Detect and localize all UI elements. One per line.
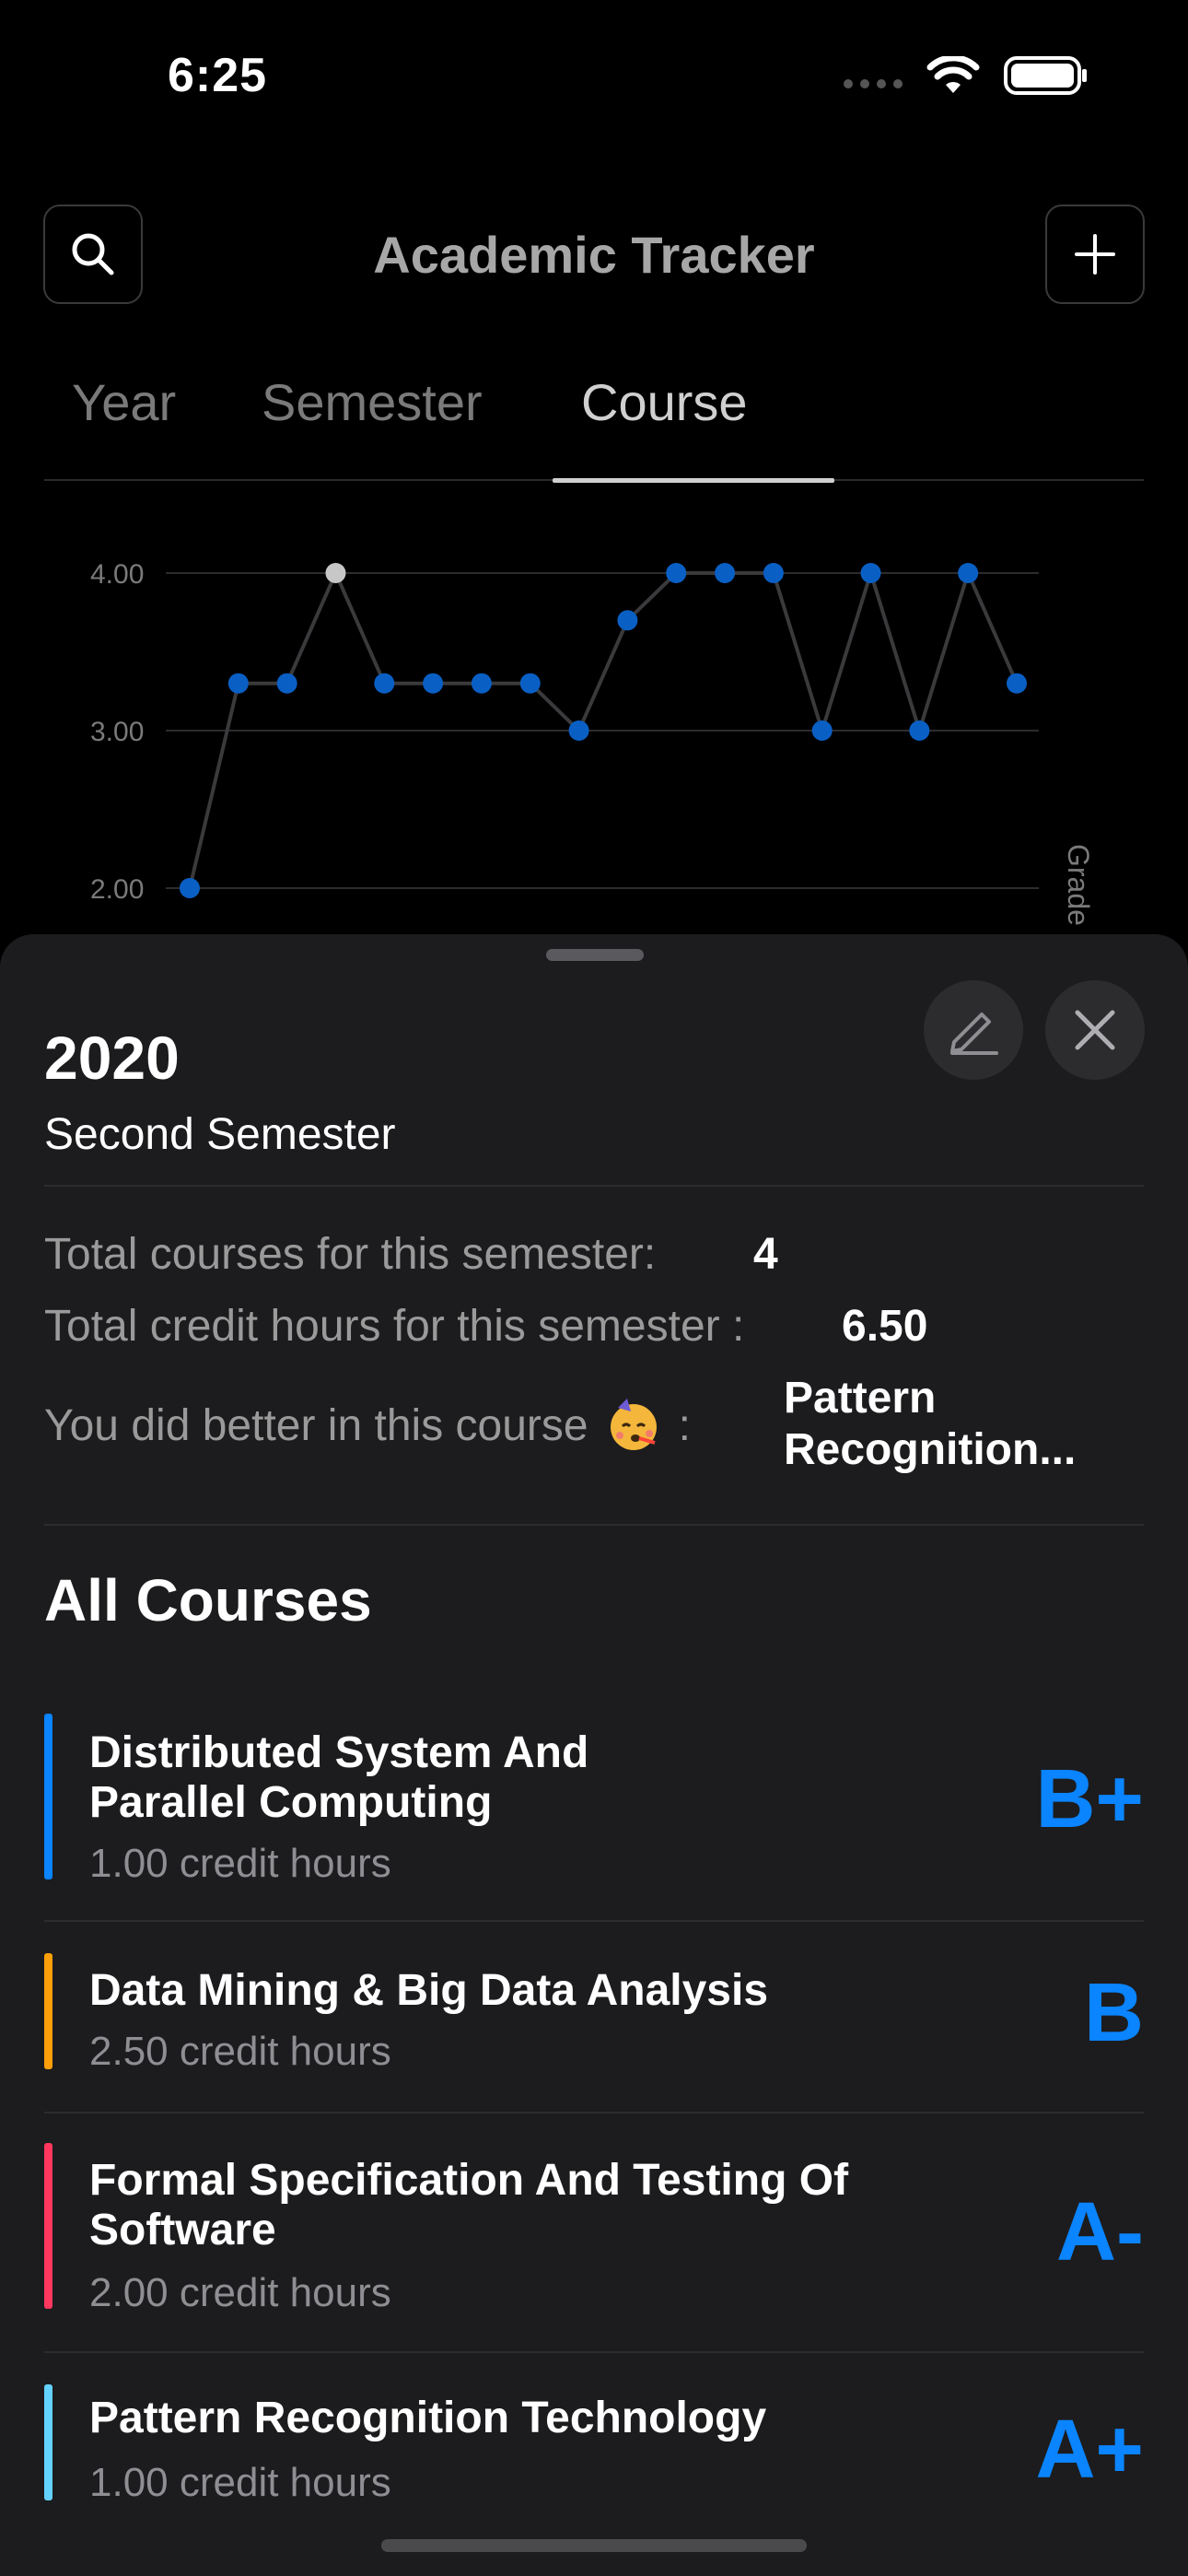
semester-name: Second Semester [44,1110,396,1159]
course-grade: B [1084,1967,1144,2059]
page-title: Academic Tracker [373,226,815,284]
data-point[interactable] [666,563,687,583]
best-course-label: You did better in this course [44,1400,588,1450]
data-point[interactable] [909,720,930,741]
add-button[interactable] [1045,205,1145,304]
semester-year: 2020 [44,1024,180,1092]
best-course-colon: : [678,1400,691,1450]
cellular-signal-icon [844,63,903,88]
tab-semester[interactable]: Semester [262,372,483,432]
course-separator [44,2351,1144,2353]
grade-chart: 4.00 3.00 2.00 Grade [0,516,1188,949]
y-tick-label: 4.00 [90,559,144,590]
course-item[interactable]: Formal Specification And Testing Of Soft… [44,2143,1144,2315]
course-name: Data Mining & Big Data Analysis [89,1966,769,2015]
data-point[interactable] [374,673,395,694]
course-color-bar [44,1953,52,2069]
battery-icon [1004,56,1087,95]
home-indicator [381,2539,807,2552]
course-name: Distributed System And Parallel Computin… [89,1728,589,1827]
total-credits-label: Total credit hours for this semester : [44,1302,745,1351]
data-point[interactable] [958,563,979,583]
grade-line-chart: 4.00 3.00 2.00 Grade [90,559,1095,926]
course-credit-hours: 1.00 credit hours [89,2460,391,2505]
y-tick-label: 3.00 [90,717,144,747]
wifi-icon [926,56,980,93]
course-color-bar [44,1714,52,1879]
edit-button[interactable] [924,980,1023,1080]
course-color-bar [44,2143,52,2309]
data-point[interactable] [763,563,784,583]
status-icons [844,55,1089,96]
divider [44,1185,1144,1187]
y-axis-label: Grade [1062,844,1095,926]
data-point[interactable] [860,563,881,583]
course-credit-hours: 2.50 credit hours [89,2029,391,2074]
plus-icon [1075,234,1115,275]
data-point[interactable] [471,673,492,694]
close-button[interactable] [1045,980,1145,1080]
data-point[interactable] [519,673,541,694]
data-point[interactable] [1007,673,1027,694]
sheet-grabber[interactable] [546,949,644,961]
data-point[interactable] [180,878,200,898]
data-point[interactable] [227,673,249,694]
course-grade: A+ [1035,2404,1144,2496]
course-separator [44,2112,1144,2113]
view-tabs: Year Semester Course [44,348,1144,483]
total-courses-value: 4 [753,1230,778,1279]
data-point[interactable] [423,673,444,694]
all-courses-heading: All Courses [44,1567,372,1633]
course-grade: A- [1056,2186,1144,2278]
tab-year[interactable]: Year [72,372,176,432]
course-item[interactable]: Data Mining & Big Data Analysis 2.50 cre… [44,1953,1144,2074]
course-credit-hours: 1.00 credit hours [89,1841,391,1886]
course-color-bar [44,2384,52,2500]
course-item[interactable]: Distributed System And Parallel Computin… [44,1714,1144,1886]
course-name: Formal Specification And Testing Of Soft… [89,2156,849,2254]
data-point[interactable] [617,610,638,631]
course-credit-hours: 2.00 credit hours [89,2270,391,2315]
course-grade: B+ [1035,1753,1144,1845]
nav-bar: Academic Tracker [0,205,1188,306]
total-credits-value: 6.50 [842,1302,928,1351]
course-item[interactable]: Pattern Recognition Technology 1.00 cred… [44,2384,1144,2505]
divider [44,1524,1144,1526]
status-bar: 6:25 [0,0,1188,157]
semester-detail-sheet: 2020 Second Semester Total courses for t… [0,934,1188,2576]
course-name: Pattern Recognition Technology [89,2394,767,2442]
tab-course[interactable]: Course [581,372,748,432]
party-face-icon [610,1399,657,1450]
data-point[interactable] [811,720,833,741]
total-courses-label: Total courses for this semester: [44,1230,657,1279]
y-tick-label: 2.00 [90,874,144,905]
status-time: 6:25 [168,49,268,102]
data-point[interactable] [568,720,589,741]
best-course-row: You did better in this course : [44,1397,691,1454]
best-course-value-line2: Recognition... [784,1425,1077,1474]
best-course-value-line1: Pattern [784,1374,937,1423]
data-point[interactable] [715,563,736,583]
course-separator [44,1920,1144,1922]
active-tab-indicator [553,478,834,483]
data-point[interactable] [276,673,297,694]
best-course-value: Pattern Recognition... [784,1373,1152,1476]
pencil-icon [950,1013,998,1055]
close-icon [1075,1010,1115,1050]
data-point[interactable] [325,563,346,583]
